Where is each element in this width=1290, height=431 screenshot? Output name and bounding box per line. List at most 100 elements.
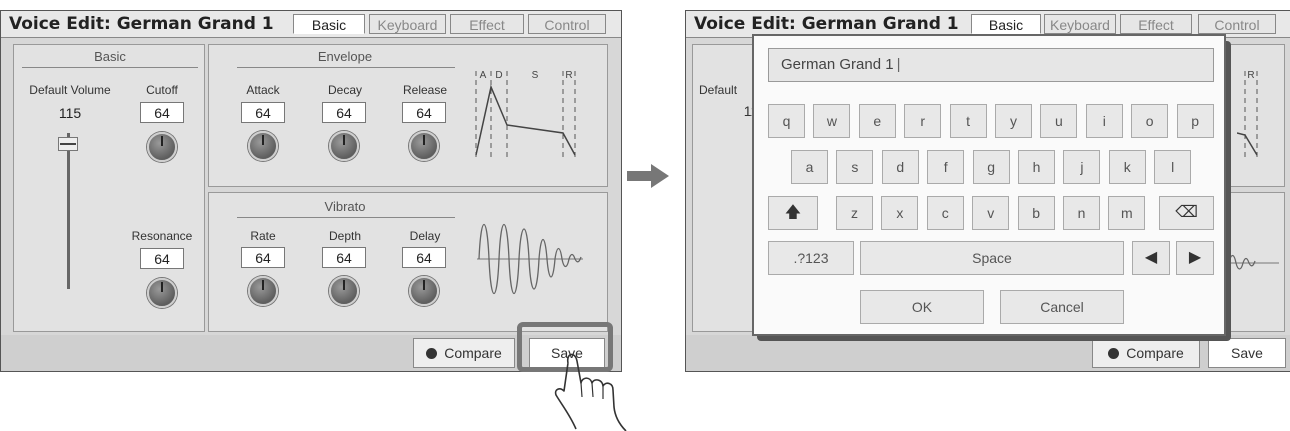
delay-value[interactable]: 64 bbox=[402, 247, 446, 268]
envelope-panel: Envelope Attack 64 Decay 64 Release 64 A… bbox=[208, 44, 608, 187]
key-u[interactable]: u bbox=[1040, 104, 1078, 138]
ok-button[interactable]: OK bbox=[860, 290, 984, 324]
cancel-button[interactable]: Cancel bbox=[1000, 290, 1124, 324]
key-r[interactable]: r bbox=[904, 104, 942, 138]
section-divider bbox=[237, 217, 455, 218]
basic-panel: Basic Default Volume 115 Cutoff 64 Reson… bbox=[13, 44, 205, 332]
tab-effect[interactable]: Effect bbox=[450, 14, 524, 34]
key-y[interactable]: y bbox=[995, 104, 1032, 138]
key-h[interactable]: h bbox=[1018, 150, 1055, 184]
tab-control[interactable]: Control bbox=[528, 14, 606, 34]
key-o[interactable]: o bbox=[1131, 104, 1169, 138]
volume-slider-track[interactable] bbox=[67, 133, 70, 289]
cutoff-knob[interactable] bbox=[147, 132, 177, 162]
compare-button[interactable]: Compare bbox=[413, 338, 515, 368]
resonance-knob[interactable] bbox=[147, 278, 177, 308]
graph-label-r: R bbox=[1247, 70, 1254, 81]
attack-knob[interactable] bbox=[248, 131, 278, 161]
vibrato-graph bbox=[477, 223, 583, 295]
default-volume-label: Default Volume bbox=[29, 83, 111, 97]
key-x[interactable]: x bbox=[881, 196, 919, 230]
envelope-graph: A D S R bbox=[475, 70, 576, 157]
graph-label-d: D bbox=[495, 70, 502, 81]
vibrato-panel bbox=[1226, 192, 1285, 332]
page-title: Voice Edit: German Grand 1 bbox=[9, 14, 274, 34]
title-bar: Voice Edit: German Grand 1 Basic Keyboar… bbox=[1, 11, 621, 38]
depth-value[interactable]: 64 bbox=[322, 247, 366, 268]
delay-label: Delay bbox=[409, 229, 441, 243]
vibrato-panel: Vibrato Rate 64 Depth 64 Delay 64 bbox=[208, 192, 608, 332]
key-j[interactable]: j bbox=[1063, 150, 1101, 184]
graph-label-s: S bbox=[532, 70, 539, 81]
resonance-label: Resonance bbox=[131, 229, 193, 243]
delay-knob[interactable] bbox=[409, 276, 439, 306]
release-value[interactable]: 64 bbox=[402, 102, 446, 123]
key-n[interactable]: n bbox=[1063, 196, 1100, 230]
key-e[interactable]: e bbox=[858, 104, 896, 138]
depth-knob[interactable] bbox=[329, 276, 359, 306]
compare-label: Compare bbox=[1126, 345, 1184, 361]
key-c[interactable]: c bbox=[926, 196, 964, 230]
key-a[interactable]: a bbox=[791, 150, 828, 184]
name-input[interactable]: German Grand 1 | bbox=[768, 48, 1214, 82]
key-l[interactable]: l bbox=[1154, 150, 1192, 184]
cursor-left-key[interactable]: ◀ bbox=[1132, 241, 1170, 275]
vibrato-section-title: Vibrato bbox=[324, 199, 366, 214]
envelope-panel: R bbox=[1226, 44, 1285, 187]
release-label: Release bbox=[402, 83, 448, 97]
envelope-graph: R bbox=[1237, 70, 1258, 157]
key-p[interactable]: p bbox=[1176, 104, 1214, 138]
page-title: Voice Edit: German Grand 1 bbox=[694, 14, 959, 34]
rate-value[interactable]: 64 bbox=[241, 247, 285, 268]
compare-label: Compare bbox=[444, 345, 502, 361]
name-input-text: German Grand 1 bbox=[781, 56, 894, 73]
space-key[interactable]: Space bbox=[860, 241, 1124, 275]
attack-label: Attack bbox=[246, 83, 280, 97]
attack-value[interactable]: 64 bbox=[241, 102, 285, 123]
shift-key[interactable]: 🡅 bbox=[768, 196, 818, 230]
resonance-value[interactable]: 64 bbox=[140, 248, 184, 269]
vibrato-graph bbox=[1229, 254, 1279, 270]
key-g[interactable]: g bbox=[972, 150, 1010, 184]
backspace-key[interactable]: ⌫ bbox=[1159, 196, 1214, 230]
decay-knob[interactable] bbox=[329, 131, 359, 161]
basic-section-title: Basic bbox=[94, 49, 126, 64]
section-divider bbox=[237, 67, 455, 68]
key-t[interactable]: t bbox=[949, 104, 987, 138]
key-w[interactable]: w bbox=[813, 104, 851, 138]
key-k[interactable]: k bbox=[1108, 150, 1146, 184]
envelope-section-title: Envelope bbox=[317, 49, 373, 64]
compare-indicator-icon bbox=[426, 348, 438, 359]
tab-effect[interactable]: Effect bbox=[1120, 14, 1192, 34]
save-button[interactable]: Save bbox=[1208, 338, 1286, 368]
compare-button[interactable]: Compare bbox=[1092, 338, 1200, 368]
transition-arrow-icon bbox=[627, 164, 669, 188]
key-s[interactable]: s bbox=[836, 150, 874, 184]
key-f[interactable]: f bbox=[927, 150, 965, 184]
graph-label-r: R bbox=[565, 70, 572, 81]
decay-label: Decay bbox=[327, 83, 362, 97]
volume-slider-thumb[interactable] bbox=[58, 137, 78, 151]
key-q[interactable]: q bbox=[768, 104, 805, 138]
release-knob[interactable] bbox=[409, 131, 439, 161]
section-divider bbox=[22, 67, 198, 68]
cutoff-value[interactable]: 64 bbox=[140, 102, 184, 123]
decay-value[interactable]: 64 bbox=[322, 102, 366, 123]
key-i[interactable]: i bbox=[1085, 104, 1123, 138]
key-b[interactable]: b bbox=[1017, 196, 1055, 230]
tab-keyboard[interactable]: Keyboard bbox=[1044, 14, 1116, 34]
tab-basic[interactable]: Basic bbox=[971, 14, 1041, 34]
key-m[interactable]: m bbox=[1108, 196, 1146, 230]
key-v[interactable]: v bbox=[972, 196, 1010, 230]
voice-edit-screen: Voice Edit: German Grand 1 Basic Keyboar… bbox=[0, 10, 622, 372]
tab-basic[interactable]: Basic bbox=[293, 14, 365, 34]
rate-label: Rate bbox=[250, 229, 276, 243]
key-z[interactable]: z bbox=[836, 196, 873, 230]
cursor-right-key[interactable]: ▶ bbox=[1176, 241, 1214, 275]
symbols-key[interactable]: .?123 bbox=[768, 241, 854, 275]
rate-knob[interactable] bbox=[248, 276, 278, 306]
key-d[interactable]: d bbox=[881, 150, 919, 184]
tab-control[interactable]: Control bbox=[1198, 14, 1276, 34]
compare-indicator-icon bbox=[1108, 348, 1120, 359]
tab-keyboard[interactable]: Keyboard bbox=[369, 14, 446, 34]
